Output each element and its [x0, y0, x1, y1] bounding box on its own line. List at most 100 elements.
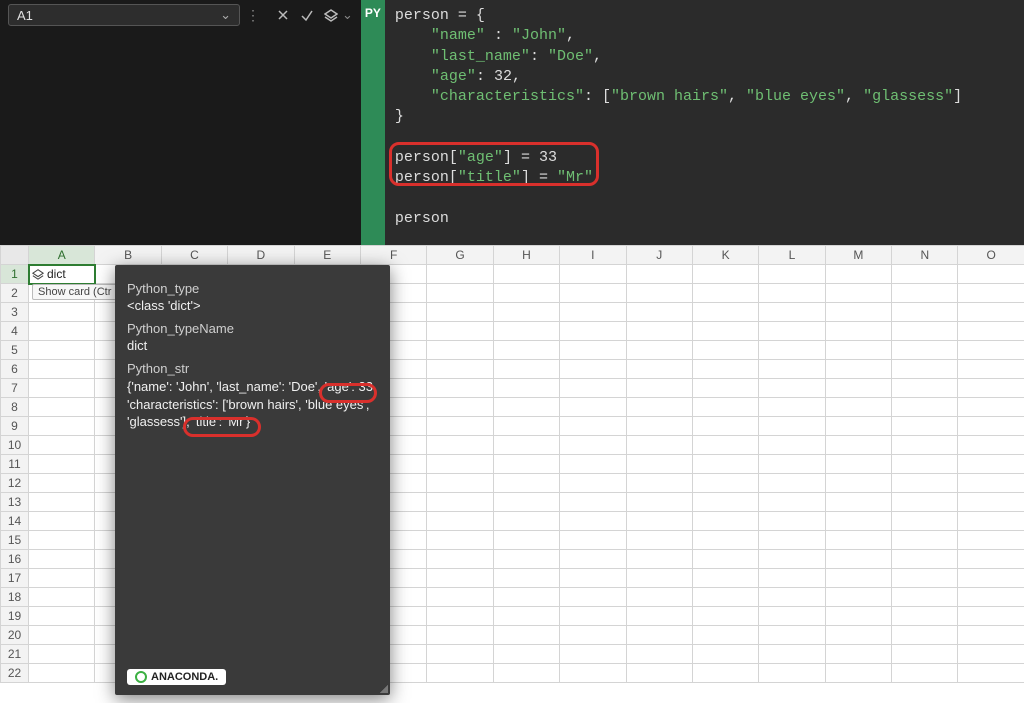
cell-A1[interactable]: dict	[29, 265, 95, 284]
cell[interactable]	[958, 360, 1024, 379]
cell[interactable]	[493, 265, 559, 284]
cell[interactable]	[427, 265, 493, 284]
cell[interactable]	[892, 493, 958, 512]
cell[interactable]	[626, 569, 692, 588]
column-header[interactable]: E	[294, 246, 360, 265]
cell[interactable]	[427, 303, 493, 322]
cell[interactable]	[759, 550, 825, 569]
cell[interactable]	[626, 284, 692, 303]
cell[interactable]	[958, 531, 1024, 550]
cell[interactable]	[692, 493, 758, 512]
cell[interactable]	[626, 360, 692, 379]
cell[interactable]	[825, 569, 891, 588]
cell[interactable]	[626, 379, 692, 398]
cell[interactable]	[560, 379, 626, 398]
cell[interactable]	[493, 341, 559, 360]
cell[interactable]	[427, 341, 493, 360]
cell[interactable]	[825, 550, 891, 569]
cell[interactable]	[29, 379, 95, 398]
cell[interactable]	[892, 379, 958, 398]
cell[interactable]	[493, 550, 559, 569]
cell[interactable]	[825, 531, 891, 550]
cell[interactable]	[759, 379, 825, 398]
cell[interactable]	[427, 417, 493, 436]
cell[interactable]	[825, 645, 891, 664]
cell[interactable]	[958, 550, 1024, 569]
row-header[interactable]: 4	[1, 322, 29, 341]
cell[interactable]	[493, 303, 559, 322]
cell[interactable]	[29, 626, 95, 645]
row-header[interactable]: 13	[1, 493, 29, 512]
cell[interactable]	[493, 436, 559, 455]
cell[interactable]	[759, 322, 825, 341]
cancel-button[interactable]	[272, 5, 294, 25]
cell[interactable]	[560, 303, 626, 322]
cell[interactable]	[560, 322, 626, 341]
cell[interactable]	[427, 626, 493, 645]
cell[interactable]	[560, 531, 626, 550]
name-box[interactable]: A1 ⌄	[8, 4, 240, 26]
cell[interactable]	[892, 398, 958, 417]
cell[interactable]	[958, 322, 1024, 341]
cell[interactable]	[626, 626, 692, 645]
cell[interactable]	[29, 664, 95, 683]
cell[interactable]	[626, 550, 692, 569]
column-header[interactable]: G	[427, 246, 493, 265]
cell[interactable]	[493, 664, 559, 683]
cell[interactable]	[958, 303, 1024, 322]
cell[interactable]	[692, 303, 758, 322]
cell[interactable]	[493, 588, 559, 607]
cell[interactable]	[692, 512, 758, 531]
cell[interactable]	[958, 512, 1024, 531]
column-header[interactable]: F	[360, 246, 426, 265]
cell[interactable]	[958, 284, 1024, 303]
cell[interactable]	[626, 664, 692, 683]
cell[interactable]	[560, 512, 626, 531]
cell[interactable]	[493, 398, 559, 417]
cell[interactable]	[692, 645, 758, 664]
cell[interactable]	[692, 398, 758, 417]
cell[interactable]	[825, 360, 891, 379]
cell[interactable]	[892, 512, 958, 531]
column-header[interactable]: B	[95, 246, 161, 265]
row-header[interactable]: 15	[1, 531, 29, 550]
cell[interactable]	[825, 512, 891, 531]
cell[interactable]	[759, 303, 825, 322]
cell[interactable]	[626, 493, 692, 512]
row-header[interactable]: 11	[1, 455, 29, 474]
column-header[interactable]: J	[626, 246, 692, 265]
cell[interactable]	[759, 512, 825, 531]
cell[interactable]	[958, 341, 1024, 360]
cell[interactable]	[892, 303, 958, 322]
cell[interactable]	[759, 341, 825, 360]
cell[interactable]	[626, 512, 692, 531]
cell[interactable]	[825, 341, 891, 360]
cell[interactable]	[692, 664, 758, 683]
cell[interactable]	[29, 569, 95, 588]
cell[interactable]	[759, 626, 825, 645]
cell[interactable]	[958, 455, 1024, 474]
cell[interactable]	[427, 531, 493, 550]
cell[interactable]	[427, 588, 493, 607]
cell[interactable]	[825, 303, 891, 322]
row-header[interactable]: 21	[1, 645, 29, 664]
column-header[interactable]: K	[692, 246, 758, 265]
cell[interactable]	[626, 265, 692, 284]
cell[interactable]	[560, 607, 626, 626]
cell[interactable]	[958, 265, 1024, 284]
cell[interactable]	[626, 341, 692, 360]
cell[interactable]	[626, 455, 692, 474]
row-header[interactable]: 2	[1, 284, 29, 303]
show-card-button[interactable]: Show card (Ctr	[32, 284, 117, 300]
cell[interactable]	[427, 569, 493, 588]
column-header[interactable]: H	[493, 246, 559, 265]
cell[interactable]	[892, 531, 958, 550]
cell[interactable]	[892, 341, 958, 360]
cell[interactable]	[626, 398, 692, 417]
cell[interactable]	[759, 417, 825, 436]
python-code-editor[interactable]: person = { "name" : "John", "last_name":…	[385, 0, 1024, 245]
cell[interactable]	[560, 550, 626, 569]
cell[interactable]	[825, 474, 891, 493]
cell[interactable]	[759, 607, 825, 626]
spreadsheet-grid[interactable]: ABCDEFGHIJKLMNO 1dict2345678910111213141…	[0, 245, 1024, 703]
